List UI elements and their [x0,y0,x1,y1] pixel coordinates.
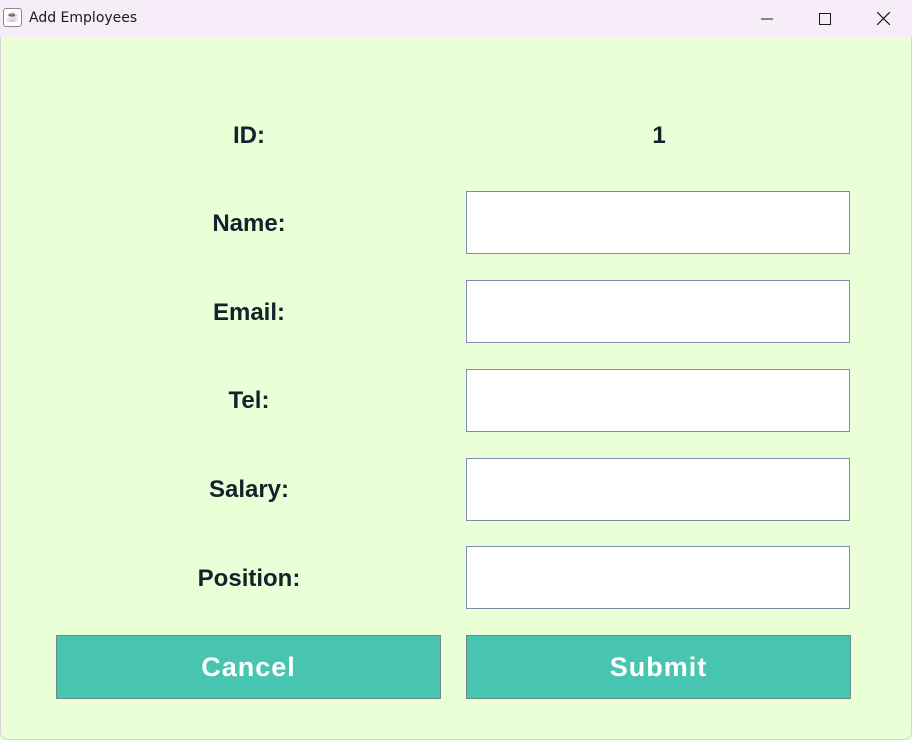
tel-field[interactable] [466,369,850,432]
java-cup-icon: ☕ [3,8,22,27]
email-field[interactable] [466,280,850,343]
email-label: Email: [212,299,286,326]
close-icon [876,12,890,25]
close-button[interactable] [854,0,912,37]
minimize-icon [761,18,773,19]
cancel-button[interactable]: Cancel [56,635,441,699]
position-field[interactable] [466,546,850,609]
salary-label: Salary: [208,476,290,503]
name-label: Name: [212,210,286,237]
position-label: Position: [197,565,301,592]
name-field[interactable] [466,191,850,254]
minimize-button[interactable] [738,0,796,37]
title-bar: ☕ Add Employees [0,0,912,37]
window-title: Add Employees [29,10,138,26]
submit-button[interactable]: Submit [466,635,851,699]
tel-label: Tel: [228,387,270,414]
maximize-button[interactable] [796,0,854,37]
salary-field[interactable] [466,458,850,521]
id-label: ID: [233,122,265,149]
maximize-icon [819,12,831,25]
id-value: 1 [652,122,666,149]
